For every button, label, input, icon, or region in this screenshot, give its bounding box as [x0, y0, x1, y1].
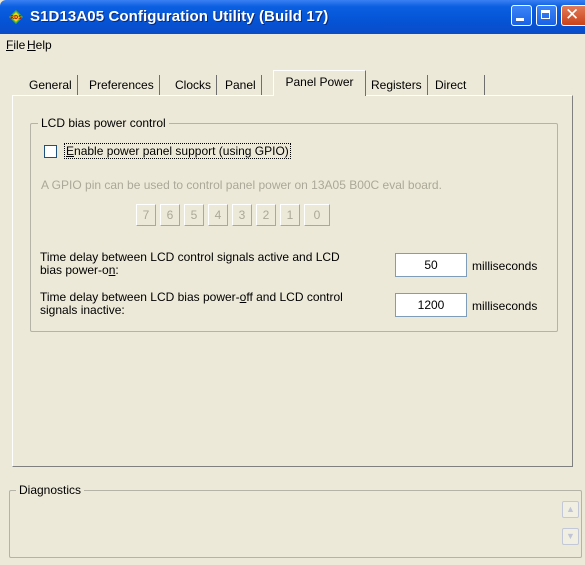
- gpio-pin-7-button[interactable]: 7: [136, 204, 156, 226]
- diagnostics-box: [9, 490, 582, 558]
- gpio-pin-0-button[interactable]: 0: [304, 204, 330, 226]
- scroll-down-button[interactable]: ▼: [562, 528, 579, 545]
- power-off-delay-input[interactable]: 1200: [395, 293, 467, 317]
- tab-direct[interactable]: Direct: [430, 75, 485, 95]
- tab-clocks[interactable]: Clocks: [170, 75, 218, 95]
- tab-preferences[interactable]: Preferences: [84, 75, 160, 95]
- tab-panel-power[interactable]: Panel Power: [273, 70, 366, 96]
- gpio-pin-4-button[interactable]: 4: [208, 204, 228, 226]
- gpio-pin-2-button[interactable]: 2: [256, 204, 276, 226]
- minimize-button[interactable]: [511, 5, 532, 26]
- app-icon: RDS: [9, 10, 23, 24]
- power-off-delay-label: Time delay between LCD bias power-off an…: [40, 290, 343, 317]
- gpio-pin-1-button[interactable]: 1: [280, 204, 300, 226]
- gpio-pin-3-button[interactable]: 3: [232, 204, 252, 226]
- svg-text:RDS: RDS: [10, 15, 22, 21]
- menu-file[interactable]: File: [6, 38, 25, 52]
- tab-panel[interactable]: Panel: [220, 75, 262, 95]
- enable-power-panel-checkbox[interactable]: [44, 145, 57, 158]
- tab-registers[interactable]: Registers: [366, 75, 428, 95]
- scroll-up-button[interactable]: ▲: [562, 501, 579, 518]
- close-icon: ✕: [565, 5, 580, 25]
- gpio-pin-6-button[interactable]: 6: [160, 204, 180, 226]
- power-on-delay-unit: milliseconds: [472, 259, 538, 273]
- diagnostics-title: Diagnostics: [16, 483, 85, 497]
- title-bar[interactable]: RDS S1D13A05 Configuration Utility (Buil…: [0, 0, 585, 34]
- enable-power-panel-label[interactable]: Enable power panel support (using GPIO): [64, 143, 291, 159]
- gpio-hint-text: A GPIO pin can be used to control panel …: [41, 178, 442, 192]
- app-window: RDS S1D13A05 Configuration Utility (Buil…: [0, 0, 585, 565]
- menu-help[interactable]: Help: [27, 38, 52, 52]
- power-off-delay-unit: milliseconds: [472, 299, 538, 313]
- maximize-button[interactable]: [536, 5, 557, 26]
- close-button[interactable]: ✕: [561, 5, 585, 26]
- power-on-delay-label: Time delay between LCD control signals a…: [40, 250, 340, 277]
- power-on-delay-input[interactable]: 50: [395, 253, 467, 277]
- lcd-bias-group-title: LCD bias power control: [38, 116, 169, 130]
- gpio-pin-5-button[interactable]: 5: [184, 204, 204, 226]
- menu-bar: File Help: [0, 34, 585, 56]
- tab-general[interactable]: General: [24, 75, 78, 95]
- window-title: S1D13A05 Configuration Utility (Build 17…: [30, 8, 329, 25]
